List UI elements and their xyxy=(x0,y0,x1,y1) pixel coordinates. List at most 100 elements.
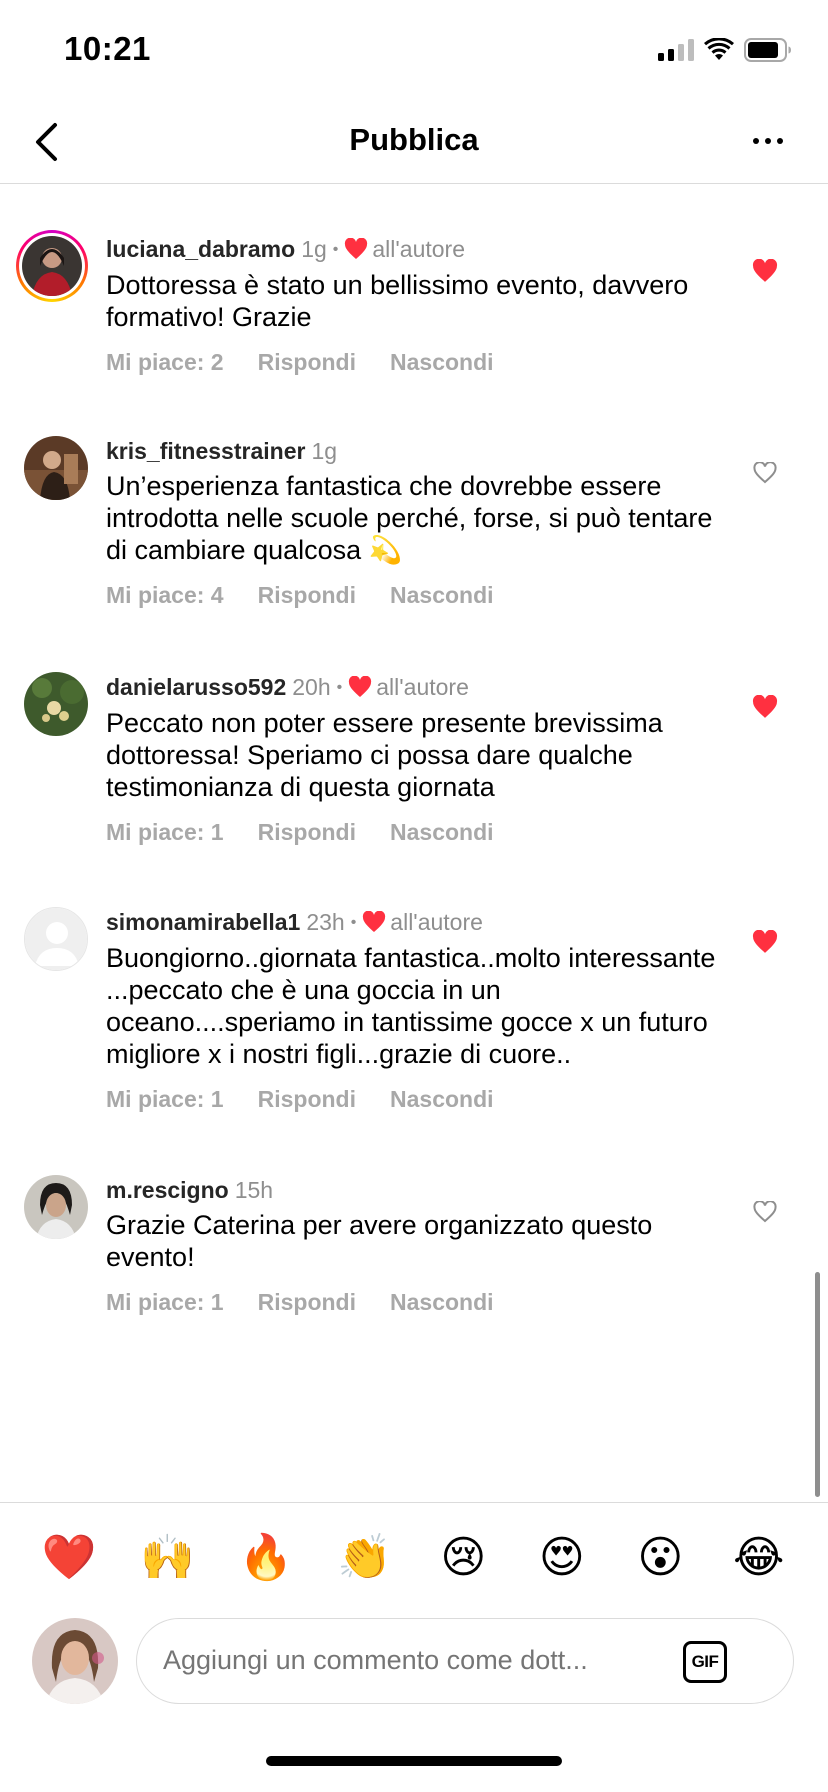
comment-like-button[interactable] xyxy=(750,692,780,722)
comment-username[interactable]: kris_fitnesstrainer xyxy=(106,438,305,464)
comment-like-button[interactable] xyxy=(750,1197,780,1227)
avatar-placeholder xyxy=(24,907,88,971)
app-header: Pubblica xyxy=(0,100,828,184)
comment-username[interactable]: danielarusso592 xyxy=(106,674,286,700)
comment-meta: m.rescigno 15h xyxy=(106,1175,716,1205)
avatar-wrap[interactable] xyxy=(24,436,88,500)
comments-list[interactable]: luciana_dabramo 1g • all'autore Dottoressa … xyxy=(0,184,828,1502)
comment-like-button[interactable] xyxy=(750,458,780,488)
comment-body: luciana_dabramo 1g • all'autore Dottoressa … xyxy=(106,234,716,376)
comment-username[interactable]: luciana_dabramo xyxy=(106,236,295,262)
comment-actions: Mi piace: 2 Rispondi Nascondi xyxy=(106,349,716,376)
author-liked-heart-icon xyxy=(345,238,368,259)
scrollbar[interactable] xyxy=(815,1272,820,1497)
avatar xyxy=(24,1175,88,1239)
avatar xyxy=(24,672,88,736)
comment-actions: Mi piace: 1 Rispondi Nascondi xyxy=(106,1289,716,1316)
comment-time: 1g xyxy=(301,236,327,262)
comment-time: 1g xyxy=(311,438,338,464)
avatar-wrap[interactable] xyxy=(16,230,88,302)
comment-body: m.rescigno 15h Grazie Caterina per avere … xyxy=(106,1175,716,1316)
status-icons xyxy=(658,36,792,64)
reply-button[interactable]: Rispondi xyxy=(258,1086,356,1113)
emoji-raised-hands-button[interactable]: 🙌 xyxy=(140,1532,196,1583)
author-liked-label: all'autore xyxy=(390,909,483,935)
reply-button[interactable]: Rispondi xyxy=(258,1289,356,1316)
separator-dot: • xyxy=(332,241,339,258)
comment-meta: luciana_dabramo 1g • all'autore xyxy=(106,234,716,265)
page-title: Pubblica xyxy=(349,122,479,157)
separator-dot: • xyxy=(350,914,357,931)
comment-body: simonamirabella1 23h • all'autore Buongiorn… xyxy=(106,907,716,1113)
likes-count-link[interactable]: Mi piace: 4 xyxy=(106,582,224,609)
more-dot-icon xyxy=(765,138,771,144)
comment-like-button[interactable] xyxy=(750,256,780,286)
avatar xyxy=(24,436,88,500)
cellular-signal-icon xyxy=(658,39,694,61)
comment-meta: simonamirabella1 23h • all'autore xyxy=(106,907,716,938)
reply-button[interactable]: Rispondi xyxy=(258,819,356,846)
comment-body: danielarusso592 20h • all'autore Peccato no… xyxy=(106,672,716,846)
comment-time: 23h xyxy=(306,909,345,935)
comment-text: Dottoressa è stato un bellissimo evento,… xyxy=(106,270,689,332)
more-dot-icon xyxy=(753,138,759,144)
battery-icon xyxy=(744,38,791,62)
likes-count-link[interactable]: Mi piace: 1 xyxy=(106,819,224,846)
hide-button[interactable]: Nascondi xyxy=(390,819,494,846)
avatar xyxy=(22,236,82,296)
emoji-crying-button[interactable]: 😢 xyxy=(435,1532,491,1583)
emoji-heart-button[interactable]: ❤️ xyxy=(41,1532,97,1583)
emoji-heart-eyes-button[interactable]: 😍 xyxy=(534,1532,590,1583)
comment-text: Un’esperienza fantastica che dovrebbe es… xyxy=(106,471,713,565)
avatar-wrap[interactable] xyxy=(24,907,88,971)
heart-filled-icon xyxy=(752,930,778,953)
likes-count-link[interactable]: Mi piace: 2 xyxy=(106,349,224,376)
comment-text: Grazie Caterina per avere organizzato qu… xyxy=(106,1210,653,1272)
story-ring xyxy=(16,230,88,302)
comment-time: 20h xyxy=(292,674,331,700)
status-bar: 10:21 xyxy=(0,0,828,100)
comment-username[interactable]: m.rescigno xyxy=(106,1177,229,1203)
comment-meta: kris_fitnesstrainer 1g xyxy=(106,436,716,466)
likes-count-link[interactable]: Mi piace: 1 xyxy=(106,1086,224,1113)
comment-time: 15h xyxy=(234,1177,274,1203)
emoji-tears-of-joy-button[interactable]: 😂 xyxy=(731,1532,787,1583)
avatar-wrap[interactable] xyxy=(24,672,88,736)
reply-button[interactable]: Rispondi xyxy=(258,349,356,376)
comment-input[interactable] xyxy=(163,1645,663,1676)
avatar-wrap[interactable] xyxy=(24,1175,88,1239)
current-user-avatar[interactable] xyxy=(32,1618,118,1704)
hide-button[interactable]: Nascondi xyxy=(390,349,494,376)
comment-body: kris_fitnesstrainer 1g Un’esperienza fant… xyxy=(106,436,716,609)
comment-username[interactable]: simonamirabella1 xyxy=(106,909,300,935)
comment-input-box[interactable]: GIF xyxy=(136,1618,794,1704)
likes-count-link[interactable]: Mi piace: 1 xyxy=(106,1289,224,1316)
wifi-icon xyxy=(704,38,734,60)
hide-button[interactable]: Nascondi xyxy=(390,1289,494,1316)
emoji-surprised-button[interactable]: 😮 xyxy=(632,1532,688,1583)
comment-actions: Mi piace: 1 Rispondi Nascondi xyxy=(106,819,716,846)
author-liked-heart-icon xyxy=(363,911,386,932)
comment-meta: danielarusso592 20h • all'autore xyxy=(106,672,716,703)
more-options-button[interactable] xyxy=(740,118,796,164)
heart-filled-icon xyxy=(752,259,778,282)
emoji-fire-button[interactable]: 🔥 xyxy=(238,1532,294,1583)
reply-button[interactable]: Rispondi xyxy=(258,582,356,609)
comment-actions: Mi piace: 1 Rispondi Nascondi xyxy=(106,1086,716,1113)
heart-outline-icon xyxy=(753,1201,777,1223)
gif-button[interactable]: GIF xyxy=(683,1641,727,1683)
author-liked-heart-icon xyxy=(349,676,372,697)
hide-button[interactable]: Nascondi xyxy=(390,1086,494,1113)
comment-text: Peccato non poter essere presente brevis… xyxy=(106,708,663,802)
home-indicator[interactable] xyxy=(266,1756,562,1766)
status-time: 10:21 xyxy=(64,30,151,67)
comment-like-button[interactable] xyxy=(750,927,780,957)
comment-composer: GIF xyxy=(0,1612,828,1722)
more-dot-icon xyxy=(777,138,783,144)
comment-text: Buongiorno..giornata fantastica..molto i… xyxy=(106,943,716,1069)
hide-button[interactable]: Nascondi xyxy=(390,582,494,609)
author-liked-label: all'autore xyxy=(376,674,469,700)
heart-outline-icon xyxy=(753,462,777,484)
emoji-reaction-bar: ❤️ 🙌 🔥 👏 😢 😍 😮 😂 xyxy=(0,1502,828,1612)
emoji-clapping-button[interactable]: 👏 xyxy=(337,1532,393,1583)
